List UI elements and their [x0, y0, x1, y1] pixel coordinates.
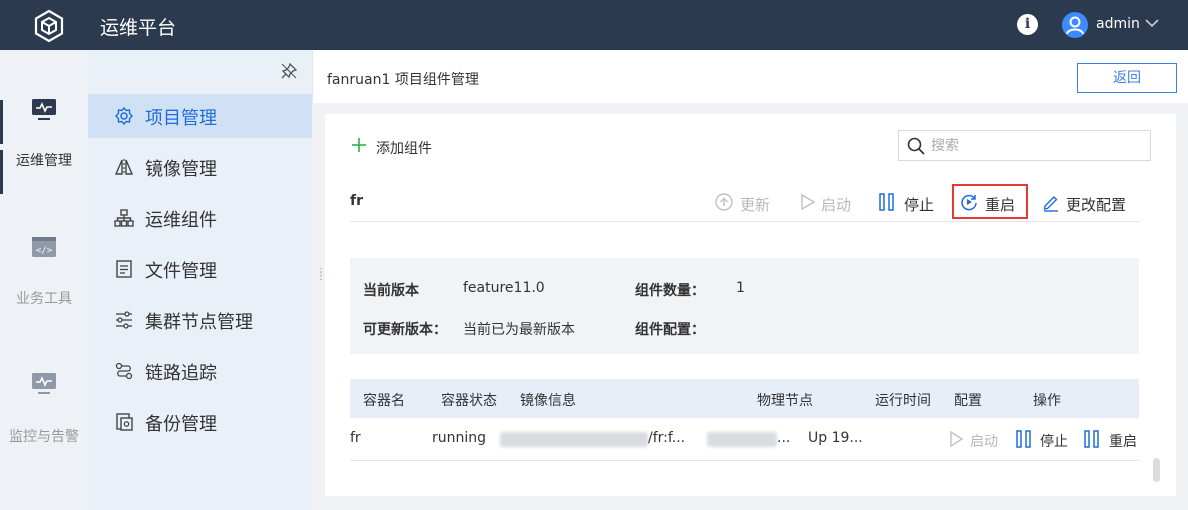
monitor-icon: [32, 99, 56, 120]
active-indicator: [0, 100, 3, 144]
physical-node: ...: [777, 430, 791, 446]
pause-icon: [879, 193, 894, 211]
gear-icon: [115, 106, 133, 126]
component-name: fr: [350, 193, 363, 209]
component-count-value: 1: [736, 280, 745, 296]
upload-circle-icon: [715, 193, 733, 211]
menu-label: 集群节点管理: [145, 312, 253, 333]
search-box[interactable]: [898, 130, 1151, 161]
version-info-panel: [350, 258, 1139, 354]
monitor-pulse-icon: [32, 373, 56, 394]
image-info: /fr:f...: [648, 430, 686, 446]
backup-icon: [116, 413, 133, 431]
restart-label: 重启: [985, 196, 1016, 214]
column-header: 容器状态: [441, 393, 497, 409]
page-title: fanruan1 项目组件管理: [327, 72, 479, 88]
sidebar-item-file-management[interactable]: 文件管理: [88, 247, 312, 291]
code-window-icon: </>: [32, 237, 56, 257]
column-header: 物理节点: [757, 393, 813, 409]
column-header: 操作: [1033, 393, 1061, 409]
sidebar-item-trace[interactable]: 链路追踪: [88, 349, 312, 393]
updatable-version-value: 当前已为最新版本: [463, 322, 575, 338]
page-header: fanruan1 项目组件管理 返回: [312, 50, 1188, 103]
current-version-label: 当前版本: [363, 283, 419, 299]
play-icon: [950, 430, 964, 448]
sidebar-item-backup[interactable]: 备份管理: [88, 400, 312, 444]
component-count-label: 组件数量：: [635, 283, 705, 299]
menu-label: 项目管理: [145, 108, 217, 129]
sidebar-item-image-management[interactable]: 镜像管理: [88, 145, 312, 189]
column-header: 运行时间: [875, 393, 931, 409]
username[interactable]: admin: [1096, 16, 1140, 32]
rail-label: 运维管理: [16, 153, 72, 169]
menu-label: 镜像管理: [145, 159, 217, 180]
cube-logo-icon: [34, 9, 64, 43]
updatable-version-label: 可更新版本：: [363, 322, 447, 338]
top-bar: 运维平台 i admin: [0, 0, 1188, 50]
sliders-icon: [116, 311, 132, 329]
column-header: 配置: [954, 393, 982, 409]
sidebar-item-ops-components[interactable]: 运维组件: [88, 196, 312, 240]
chevron-down-icon[interactable]: [1144, 17, 1160, 29]
play-icon: [801, 193, 816, 211]
rail-label: 监控与告警: [9, 429, 79, 445]
user-avatar-icon[interactable]: [1062, 12, 1088, 38]
divider: [350, 221, 1140, 222]
edit-config-label: 更改配置: [1066, 196, 1127, 214]
rail-item-monitoring[interactable]: 监控与告警: [0, 322, 88, 445]
menu-label: 链路追踪: [145, 363, 217, 384]
plus-icon: [352, 138, 366, 152]
row-stop-label: 停止: [1040, 434, 1068, 450]
trace-icon: [115, 362, 133, 380]
scrollbar-thumb[interactable]: [1153, 458, 1160, 482]
container-status: running: [432, 430, 487, 446]
redacted-image-host: [500, 432, 648, 447]
add-component-label: 添加组件: [376, 141, 432, 157]
menu-label: 备份管理: [145, 414, 217, 435]
container-name: fr: [350, 430, 361, 446]
hierarchy-icon: [114, 209, 134, 227]
svg-text:</>: </>: [36, 246, 53, 256]
sidebar-item-project-management[interactable]: 项目管理: [88, 94, 312, 138]
redacted-node-ip: [707, 432, 777, 447]
column-header: 容器名: [363, 393, 405, 409]
search-input[interactable]: [931, 136, 1141, 156]
menu-label: 文件管理: [145, 261, 217, 282]
row-divider: [350, 460, 1139, 461]
current-version-value: feature11.0: [463, 280, 545, 296]
document-icon: [116, 260, 132, 278]
column-header: 镜像信息: [520, 393, 576, 409]
resize-handle[interactable]: ⋮ ⋮: [316, 268, 326, 287]
component-config-label: 组件配置：: [635, 322, 705, 338]
edit-pencil-icon: [1043, 196, 1058, 212]
row-start-label: 启动: [970, 434, 998, 450]
pause-icon: [1016, 430, 1031, 448]
rail-label: 业务工具: [16, 291, 72, 307]
sidebar-item-cluster-nodes[interactable]: 集群节点管理: [88, 298, 312, 342]
row-restart-label: 重启: [1109, 434, 1137, 450]
restart-icon: [961, 194, 977, 211]
rail-item-business-tools[interactable]: </> 业务工具: [0, 186, 88, 307]
stop-label: 停止: [904, 196, 935, 214]
mirror-icon: [114, 159, 134, 175]
update-label: 更新: [740, 196, 771, 214]
start-label: 启动: [821, 196, 852, 214]
rail-item-ops-management[interactable]: 运维管理: [0, 50, 88, 169]
app-title: 运维平台: [100, 17, 177, 39]
uptime: Up 19...: [808, 430, 863, 446]
pin-icon[interactable]: [280, 62, 298, 80]
back-button[interactable]: 返回: [1077, 63, 1177, 93]
pause-icon: [1084, 430, 1099, 448]
menu-label: 运维组件: [145, 210, 217, 231]
info-icon[interactable]: i: [1017, 14, 1038, 35]
search-icon: [907, 137, 925, 155]
